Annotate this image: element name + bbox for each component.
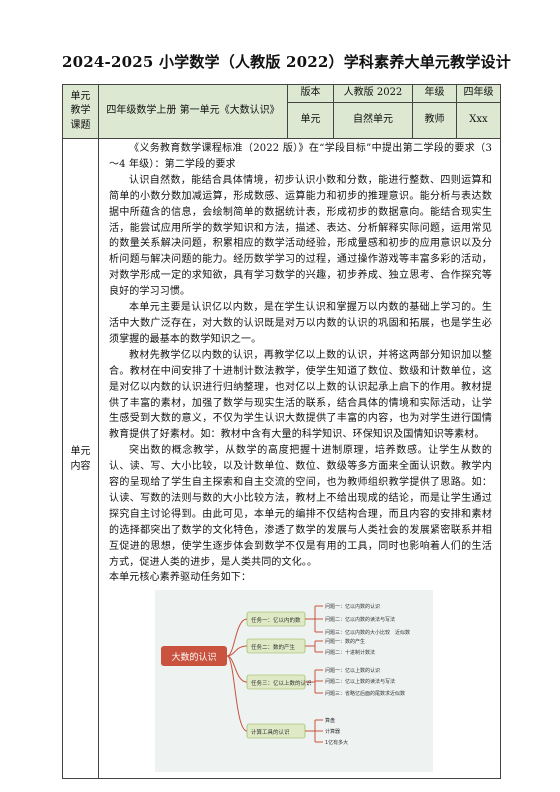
paragraph-textbook: 教材先教学亿以内数的认识，再教学亿以上数的认识，并将这两部分知识加以整合。教材在… — [109, 349, 492, 441]
mindmap-item: 问题二：亿以内数的读法与写法 — [325, 616, 395, 623]
page-title: 2024-2025 小学数学（人教版 2022）学科素养大单元教学设计 — [62, 53, 511, 71]
unit-type-label: 单元 — [287, 102, 334, 139]
mindmap-item: 问题一：亿以内数的认识 — [325, 603, 380, 610]
mindmap-root-label: 大数的认识 — [171, 651, 216, 663]
edition-value: 人教版 2022 — [333, 84, 413, 103]
paragraph-concept: 突出数的概念教学，从数学的高度把握十进制原理，培养数感。让学生从数的认、读、写、… — [109, 445, 492, 568]
mindmap-item: 1亿有多大 — [325, 739, 348, 746]
task-mindmap: 大数的认识 任务一：亿以内的数 问题一：亿以内数的认识 问题二：亿以内数的读法与… — [155, 590, 433, 773]
label-line: 课题 — [70, 119, 91, 131]
mindmap-task-label: 任务一：亿以内的数 — [251, 616, 301, 624]
grade-label: 年级 — [412, 84, 457, 103]
teacher-label: 教师 — [412, 102, 457, 139]
paragraph-curriculum: 《义务教育数学课程标准（2022 版）》在“学段目标”中提出第二学段的要求（3～… — [109, 143, 492, 170]
mindmap-task-label: 计算工具的认识 — [251, 728, 290, 736]
mindmap-connector — [226, 655, 248, 732]
mindmap-task-label: 任务二：数的产生 — [251, 643, 296, 651]
mindmap-item: 问题一：亿以上数的认识 — [325, 667, 380, 674]
mindmap-item: 问题一：数的产生 — [325, 638, 365, 645]
mindmap-item: 问题二：十进制计数法 — [325, 649, 375, 656]
edition-label: 版本 — [287, 84, 334, 103]
mindmap-task-label: 任务三：亿以上数的认识 — [251, 679, 312, 687]
label-line: 单元 — [70, 445, 91, 457]
mindmap-item: 问题三：亿以内数的大小比较 近似数 — [325, 629, 410, 636]
mindmap-item: 计算器 — [325, 728, 340, 735]
label-line: 单元 — [70, 90, 91, 102]
unit-design-table: 单元 教学 课题 四年级数学上册 第一单元《大数认识》 版本 人教版 2022 … — [62, 84, 501, 779]
label-line: 教学 — [70, 105, 91, 117]
unit-content-label: 单元 内容 — [62, 138, 99, 779]
label-line: 内容 — [70, 460, 91, 472]
unit-type-value: 自然单元 — [333, 102, 413, 139]
mindmap-item: 算盘 — [325, 717, 335, 724]
mindmap-connector — [305, 605, 323, 633]
mindmap-connector — [305, 640, 323, 653]
paragraph-overview: 本单元主要是认识亿以内数，是在学生认识和掌握万以内数的基础上学习的。生活中大数广… — [109, 302, 492, 345]
unit-topic-value: 四年级数学上册 第一单元《大数认识》 — [98, 84, 288, 139]
teacher-value: Xxx — [456, 102, 501, 139]
mindmap-connector — [305, 719, 323, 743]
mindmap-item: 问题二：亿以上数的读法与写法 — [325, 678, 395, 685]
mindmap-connector — [226, 618, 248, 657]
paragraph-requirements: 认识自然数，能结合具体情境，初步认识小数和分数，能进行整数、四则运算和简单的小数… — [109, 174, 492, 298]
mindmap-item: 问题三：省略亿后面的尾数求近似数 — [325, 690, 405, 697]
paragraph-tasks-intro: 本单元核心素养驱动任务如下： — [109, 572, 252, 584]
unit-topic-label: 单元 教学 课题 — [62, 84, 99, 139]
unit-content-body: 《义务教育数学课程标准（2022 版）》在“学段目标”中提出第二学段的要求（3～… — [98, 138, 501, 779]
grade-value: 四年级 — [456, 84, 501, 103]
